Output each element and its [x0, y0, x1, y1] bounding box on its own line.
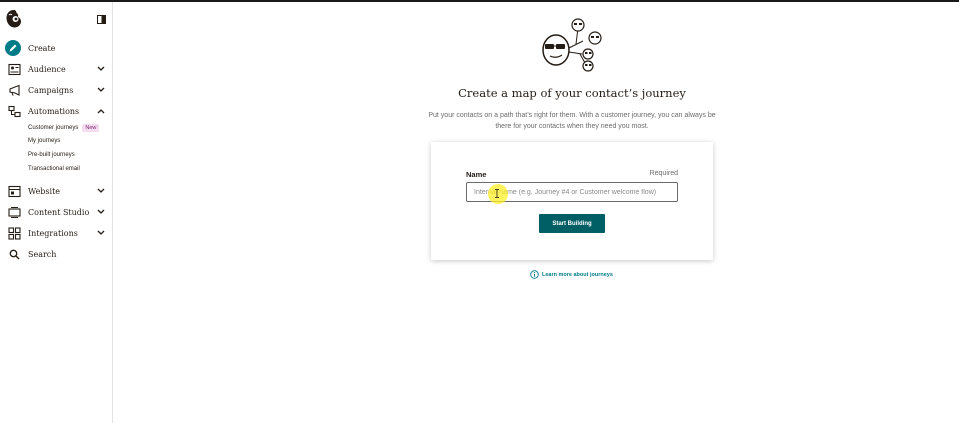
window-top-border: [0, 0, 959, 2]
sidebar-item-create[interactable]: Create: [0, 38, 112, 59]
page-description: Put your contacts on a path that’s right…: [428, 112, 716, 130]
learn-more-text: Learn more about journeys: [542, 271, 613, 278]
sidebar-item-label: Website: [28, 187, 61, 196]
sidebar: Create Audience Campaigns Automations Cu…: [0, 2, 113, 423]
learn-more-link[interactable]: Learn more about journeys: [530, 270, 613, 279]
sidebar-item-label: Automations: [28, 107, 80, 116]
sidebar-item-search[interactable]: Search: [0, 244, 112, 265]
chevron-down-icon: [97, 209, 105, 214]
sidebar-subitem-label: Customer journeys: [28, 125, 79, 131]
sidebar-item-audience[interactable]: Audience: [0, 59, 112, 80]
content-studio-icon: [8, 207, 21, 218]
sidebar-item-integrations[interactable]: Integrations: [0, 223, 112, 244]
sidebar-item-automations[interactable]: Automations: [0, 101, 112, 122]
chevron-down-icon: [97, 87, 105, 92]
sidebar-item-campaigns[interactable]: Campaigns: [0, 80, 112, 101]
sidebar-item-label: Content Studio: [28, 208, 90, 217]
chevron-down-icon: [97, 230, 105, 235]
megaphone-icon: [9, 84, 20, 96]
chevron-down-icon: [97, 188, 105, 193]
sidebar-item-content-studio[interactable]: Content Studio: [0, 202, 112, 223]
sidebar-item-label: Create: [28, 44, 56, 53]
sidebar-subitem-transactional-email[interactable]: Transactional email: [0, 164, 112, 178]
create-journey-card: Name Required Start Building: [431, 142, 713, 260]
sidebar-item-label: Campaigns: [28, 86, 74, 95]
sidebar-nav: Create Audience Campaigns Automations Cu…: [0, 38, 112, 265]
name-field-label: Name: [466, 170, 487, 179]
mailchimp-logo-icon[interactable]: [5, 9, 23, 29]
collapse-sidebar-icon[interactable]: [97, 15, 106, 24]
sidebar-subitem-my-journeys[interactable]: My journeys: [0, 136, 112, 150]
website-icon: [8, 185, 21, 198]
sidebar-item-label: Search: [28, 250, 57, 259]
pencil-icon: [9, 44, 17, 52]
page-title: Create a map of your contact’s journey: [458, 86, 686, 100]
sidebar-subitem-label: Transactional email: [28, 166, 80, 172]
sidebar-item-label: Integrations: [28, 229, 78, 238]
sidebar-subitem-label: Pre-built journeys: [28, 152, 75, 158]
chevron-up-icon: [97, 109, 105, 114]
sidebar-item-website[interactable]: Website: [0, 181, 112, 202]
search-icon: [9, 249, 20, 260]
audience-icon: [8, 63, 21, 76]
journey-name-input[interactable]: [466, 182, 678, 202]
chevron-down-icon: [97, 66, 105, 71]
automations-icon: [8, 105, 21, 118]
info-icon: [530, 270, 539, 279]
new-badge: New: [82, 124, 100, 132]
sidebar-subitem-label: My journeys: [28, 138, 61, 144]
sidebar-item-label: Audience: [28, 65, 66, 74]
sidebar-subitem-customer-journeys[interactable]: Customer journeys New: [0, 122, 112, 136]
journey-illustration: [542, 18, 602, 72]
integrations-icon: [8, 227, 21, 240]
required-label: Required: [649, 170, 678, 177]
start-building-button[interactable]: Start Building: [539, 214, 605, 233]
sidebar-subitem-pre-built-journeys[interactable]: Pre-built journeys: [0, 150, 112, 164]
